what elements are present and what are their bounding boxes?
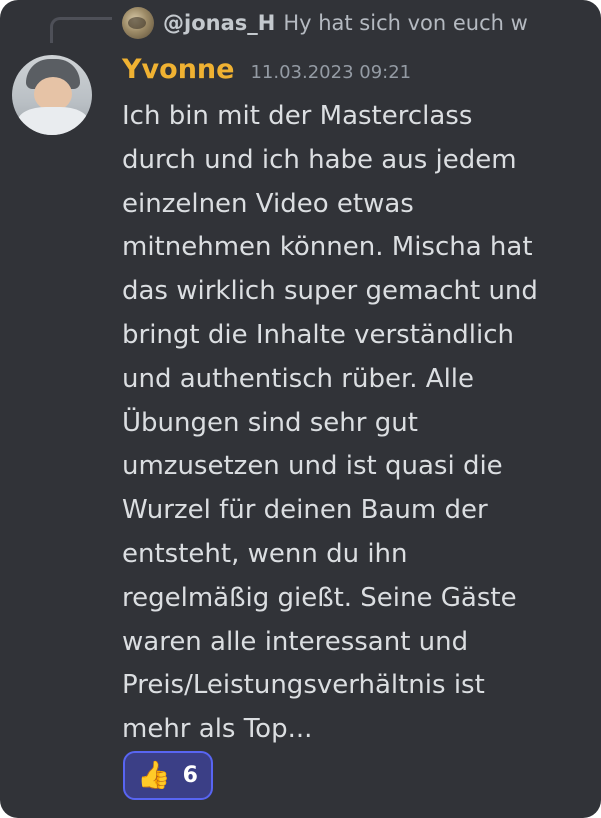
reply-avatar[interactable] bbox=[122, 7, 154, 39]
reaction-button[interactable]: 👍 6 bbox=[123, 751, 213, 800]
thumbs-up-icon: 👍 bbox=[137, 760, 171, 791]
reply-preview-text[interactable]: Hy hat sich von euch w bbox=[283, 11, 527, 35]
reaction-count: 6 bbox=[182, 763, 198, 788]
reply-username[interactable]: @jonas_H bbox=[163, 11, 275, 35]
reply-reference[interactable]: @jonas_H Hy hat sich von euch w bbox=[122, 6, 592, 40]
author-avatar[interactable] bbox=[12, 55, 92, 135]
message-text: Ich bin mit der Masterclass durch und ic… bbox=[122, 101, 538, 745]
reply-connector-line bbox=[50, 17, 112, 43]
message-timestamp: 11.03.2023 09:21 bbox=[250, 62, 412, 83]
author-name[interactable]: Yvonne bbox=[122, 54, 234, 85]
message-header: Yvonne 11.03.2023 09:21 bbox=[122, 54, 411, 85]
message-card: @jonas_H Hy hat sich von euch w Yvonne 1… bbox=[0, 0, 601, 818]
